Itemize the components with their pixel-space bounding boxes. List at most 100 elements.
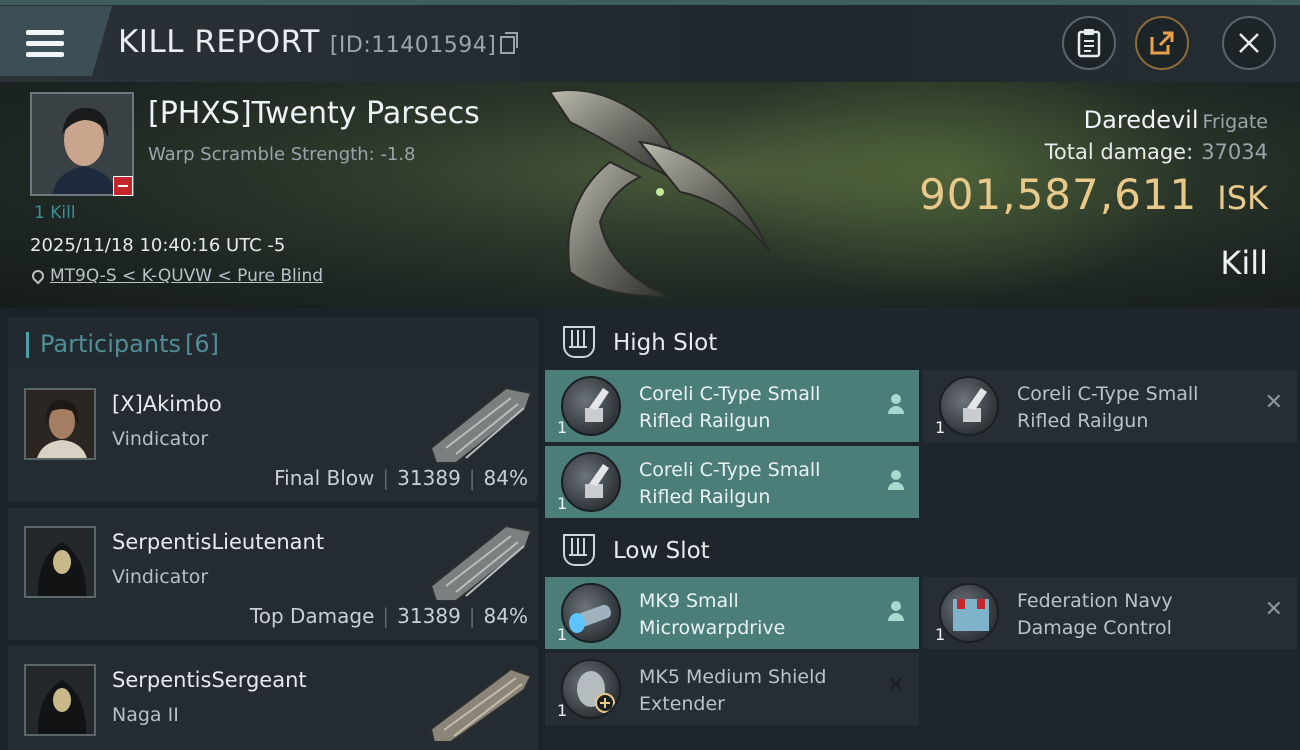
- module-quantity: 1: [557, 625, 568, 644]
- avatar-image: [26, 666, 94, 734]
- high-slot-title: High Slot: [613, 330, 718, 356]
- participant-stats: Final Blow | 31389 | 84%: [274, 466, 528, 490]
- total-damage: Total damage: 37034: [1045, 140, 1268, 164]
- total-damage-value: 37034: [1201, 140, 1268, 164]
- victim-ship-class: Frigate: [1202, 111, 1268, 133]
- isk-amount: 901,587,611: [919, 170, 1198, 219]
- location-pin-icon: [29, 267, 47, 285]
- victim-name[interactable]: [PHXS]Twenty Parsecs: [148, 96, 480, 131]
- microwarpdrive-icon: [561, 583, 621, 643]
- participant-damage: 31389: [397, 604, 461, 628]
- participant-tag: Final Blow: [274, 466, 375, 490]
- module-slot[interactable]: 1 Federation Navy Damage Control ✕: [923, 577, 1297, 649]
- participants-title: Participants [6]: [40, 330, 219, 358]
- copy-icon[interactable]: [500, 32, 519, 54]
- module-quantity: 1: [935, 625, 946, 644]
- module-name: MK5 Medium Shield Extender: [639, 666, 827, 715]
- total-damage-label: Total damage:: [1044, 140, 1194, 164]
- participant-row[interactable]: SerpentisLieutenant Vindicator Top Damag…: [8, 508, 538, 640]
- participant-avatar: [24, 526, 96, 598]
- participant-row[interactable]: SerpentisSergeant Naga II: [8, 646, 538, 750]
- module-quantity: 1: [557, 494, 568, 513]
- fitted-person-icon: [887, 394, 905, 414]
- kill-location[interactable]: MT9Q-S < K-QUVW < Pure Blind: [29, 266, 323, 286]
- header-accent-line: [0, 0, 1300, 5]
- participant-name: SerpentisLieutenant: [112, 530, 325, 554]
- participant-ship-image: [429, 524, 533, 602]
- module-name: Federation Navy Damage Control: [1017, 590, 1173, 639]
- share-icon: [1150, 31, 1174, 55]
- module-quantity: 1: [557, 418, 568, 437]
- participant-ship: Vindicator: [112, 566, 209, 588]
- high-slot-header: High Slot: [545, 312, 1300, 372]
- module-name: Coreli C-Type Small Rifled Railgun: [639, 459, 821, 508]
- victim-ship-name: Daredevil: [1083, 106, 1199, 134]
- victim-kill-count: 1 Kill: [34, 203, 76, 223]
- share-button[interactable]: [1135, 16, 1189, 70]
- module-slot[interactable]: 1 Coreli C-Type Small Rifled Railgun: [545, 446, 919, 518]
- fitted-person-icon: [887, 470, 905, 490]
- loss-badge: [113, 176, 133, 196]
- location-link[interactable]: MT9Q-S < K-QUVW < Pure Blind: [50, 266, 323, 286]
- page-title-text: KILL REPORT: [118, 24, 320, 60]
- low-slot-icon: [563, 534, 595, 566]
- low-slot-header: Low Slot: [545, 520, 1300, 580]
- participant-percent: 84%: [483, 604, 528, 628]
- module-quantity: 1: [935, 418, 946, 437]
- clipboard-icon: [1077, 29, 1101, 58]
- participant-name: SerpentisSergeant: [112, 668, 307, 692]
- menu-icon: [26, 30, 64, 60]
- victim-ship[interactable]: Daredevil Frigate: [1084, 106, 1268, 134]
- module-name: Coreli C-Type Small Rifled Railgun: [1017, 383, 1199, 432]
- railgun-icon: [561, 376, 621, 436]
- victim-ship-image: [548, 89, 771, 298]
- high-slot-icon: [563, 326, 595, 358]
- destroyed-x-icon: ✕: [1264, 597, 1283, 622]
- module-quantity: 1: [557, 701, 568, 720]
- participants-panel: Participants [6] [X]Akimbo Vindicator Fin…: [0, 308, 540, 750]
- participant-avatar: [24, 664, 96, 736]
- avatar-image: [26, 390, 94, 458]
- participant-ship: Naga II: [112, 704, 179, 726]
- kill-timestamp: 2025/11/18 10:40:16 UTC -5: [30, 235, 286, 256]
- clipboard-button[interactable]: [1062, 16, 1116, 70]
- module-name: Coreli C-Type Small Rifled Railgun: [639, 383, 821, 432]
- fitting-panel: High Slot 1 Coreli C-Type Small Rifled R…: [545, 308, 1300, 750]
- title-bar: KILL REPORT [ID:11401594]: [0, 0, 1300, 82]
- participants-count: [6]: [184, 330, 219, 358]
- participant-ship-image: [429, 667, 533, 743]
- destroyed-x-icon: ✕: [1264, 390, 1283, 415]
- module-name: MK9 Small Microwarpdrive: [639, 590, 786, 639]
- module-slot[interactable]: 1 MK9 Small Microwarpdrive: [545, 577, 919, 649]
- module-slot[interactable]: 1 MK5 Medium Shield Extender ✕: [545, 653, 919, 725]
- module-slot[interactable]: 1 Coreli C-Type Small Rifled Railgun ✕: [923, 370, 1297, 442]
- isk-value: 901,587,611 ISK: [919, 170, 1268, 219]
- participant-tag: Top Damage: [249, 604, 375, 628]
- victim-summary: [PHXS]Twenty Parsecs Warp Scramble Stren…: [0, 82, 1300, 308]
- report-id: [ID:11401594]: [329, 33, 497, 58]
- participants-label: Participants: [40, 330, 181, 358]
- participant-percent: 84%: [483, 466, 528, 490]
- fitted-person-icon: [887, 601, 905, 621]
- isk-unit: ISK: [1217, 179, 1268, 217]
- destroyed-x-icon: ✕: [886, 673, 905, 698]
- participant-avatar: [24, 388, 96, 460]
- kill-result: Kill: [1220, 244, 1268, 282]
- damage-control-icon: [939, 583, 999, 643]
- menu-button[interactable]: [0, 6, 112, 76]
- shield-extender-icon: [561, 659, 621, 719]
- warp-scramble-strength: Warp Scramble Strength: -1.8: [148, 144, 416, 165]
- module-slot[interactable]: 1 Coreli C-Type Small Rifled Railgun: [545, 370, 919, 442]
- participant-row[interactable]: [X]Akimbo Vindicator Final Blow | 31389 | 84…: [8, 370, 538, 502]
- railgun-icon: [939, 376, 999, 436]
- participant-ship: Vindicator: [112, 428, 209, 450]
- close-icon: [1239, 33, 1259, 53]
- participant-name: [X]Akimbo: [112, 392, 222, 416]
- participant-ship-image: [429, 386, 533, 464]
- participant-damage: 31389: [397, 466, 461, 490]
- railgun-icon: [561, 452, 621, 512]
- participants-header: Participants [6]: [8, 318, 538, 370]
- participant-stats: Top Damage | 31389 | 84%: [249, 604, 528, 628]
- low-slot-title: Low Slot: [613, 538, 710, 564]
- close-button[interactable]: [1222, 16, 1276, 70]
